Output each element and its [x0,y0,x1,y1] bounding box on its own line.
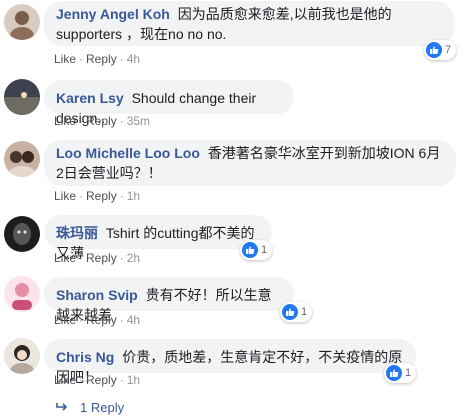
reaction-number: 1 [261,244,268,256]
avatar[interactable] [4,79,40,115]
comment-bubble: Loo Michelle Loo Loo 香港著名豪华冰室开到新加坡ION 6月… [44,140,456,186]
avatar[interactable] [4,338,40,374]
comment-time[interactable]: 4h [127,52,140,66]
comment-time[interactable]: 35m [127,114,150,128]
comment-bubble: Sharon Svip 贵有不好！所以生意越来越差 [44,277,294,323]
comment-author[interactable]: Karen Lsy [56,90,124,106]
avatar[interactable] [4,141,40,177]
reaction-count[interactable]: 7 [424,40,457,60]
avatar[interactable] [4,4,40,40]
reply-button[interactable]: Reply [86,373,117,387]
reaction-count[interactable]: 1 [384,363,417,383]
reaction-number: 1 [301,306,308,318]
reply-button[interactable]: Reply [86,189,117,203]
comment-time[interactable]: 1h [127,189,140,203]
thumbs-up-icon [386,365,402,381]
comment-author[interactable]: Sharon Svip [56,287,138,303]
thumbs-up-icon [282,304,298,320]
avatar[interactable] [4,216,40,252]
view-replies-link[interactable]: 1 Reply [56,400,124,415]
like-button[interactable]: Like [54,189,76,203]
reaction-number: 1 [405,367,412,379]
thumbs-up-icon [242,242,258,258]
reaction-count[interactable]: 1 [240,240,273,260]
comment-author[interactable]: Chris Ng [56,349,114,365]
like-button[interactable]: Like [54,373,76,387]
like-button[interactable]: Like [54,114,76,128]
reply-arrow-icon [56,400,70,415]
comment-time[interactable]: 4h [127,313,140,327]
like-button[interactable]: Like [54,313,76,327]
reply-button[interactable]: Reply [86,114,117,128]
reply-button[interactable]: Reply [86,251,117,265]
view-replies-label: 1 Reply [80,400,125,415]
reaction-number: 7 [445,44,452,56]
reply-button[interactable]: Reply [86,313,117,327]
comment-actions: Like · Reply · 4h [54,313,141,327]
comment-actions: Like · Reply · 1h [54,373,141,387]
comment-actions: Like · Reply · 2h [54,251,141,265]
thumbs-up-icon [426,42,442,58]
comment-actions: Like · Reply · 1h [54,189,141,203]
comment-actions: Like · Reply · 35m [54,114,151,128]
reaction-count[interactable]: 1 [280,302,313,322]
comment-actions: Like · Reply · 4h [54,52,141,66]
comment-bubble: 珠玛丽 Tshirt 的cutting都不美的又薄 [44,215,272,261]
reply-button[interactable]: Reply [86,52,117,66]
comment-author[interactable]: Jenny Angel Koh [56,6,170,22]
comment-bubble: Karen Lsy Should change their design.. [44,80,294,126]
comment-author[interactable]: 珠玛丽 [56,225,98,241]
like-button[interactable]: Like [54,52,76,66]
comment-time[interactable]: 2h [127,251,140,265]
like-button[interactable]: Like [54,251,76,265]
comment-bubble: Chris Ng 价贵，质地差，生意肯定不好，不关疫情的原因吧！ [44,339,416,385]
comment-bubble: Jenny Angel Koh 因为品质愈来愈差,以前我也是他的supporte… [44,1,454,46]
comment-time[interactable]: 1h [127,373,140,387]
avatar[interactable] [4,276,40,312]
comment-author[interactable]: Loo Michelle Loo Loo [56,145,200,161]
